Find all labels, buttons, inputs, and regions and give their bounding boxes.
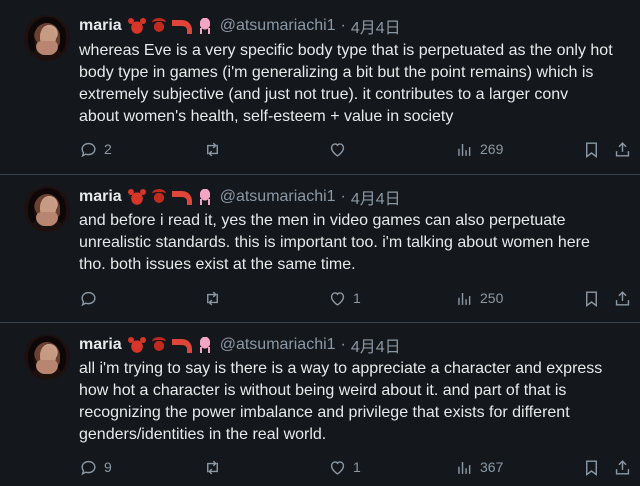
separator-dot: · [340, 17, 346, 34]
reply-button[interactable]: 9 [79, 456, 112, 478]
bookmark-icon [586, 141, 597, 158]
crab-emoji-icon [127, 337, 146, 353]
views-count: 269 [480, 141, 504, 157]
bookmark-icon [586, 459, 597, 476]
bookmark-button[interactable] [582, 138, 607, 160]
tweet-date[interactable]: 4月4日 [351, 333, 401, 357]
share-icon [615, 290, 630, 306]
separator-dot: · [340, 188, 346, 205]
retweet-icon [207, 291, 218, 305]
squid-emoji-icon [195, 189, 214, 205]
tweet[interactable]: maria @atsumariachi1 · 4月4日 whereas Eve … [0, 0, 640, 175]
like-button[interactable] [328, 138, 353, 160]
reply-button[interactable]: 2 [79, 138, 112, 160]
share-icon [615, 141, 630, 157]
reply-icon [81, 142, 96, 157]
user-handle[interactable]: @atsumariachi1 [220, 188, 336, 206]
tweet-actions: 9 1 367 [79, 456, 631, 478]
like-button[interactable]: 1 [328, 287, 361, 309]
like-count: 1 [353, 459, 361, 475]
crab-emoji-icon [127, 189, 146, 205]
reply-icon [81, 291, 96, 306]
bookmark-icon [586, 290, 597, 307]
display-name[interactable]: maria [79, 188, 122, 206]
reply-count: 2 [104, 141, 112, 157]
retweet-button[interactable] [203, 456, 228, 478]
tweet-text: whereas Eve is a very specific body type… [79, 40, 629, 128]
avatar[interactable] [24, 334, 70, 380]
tweet-date[interactable]: 4月4日 [351, 14, 401, 38]
separator-dot: · [340, 336, 346, 353]
tweet-text-line: whereas Eve is a very specific body type… [79, 42, 613, 59]
display-name[interactable]: maria [79, 336, 122, 354]
heart-icon [330, 142, 345, 157]
retweet-button[interactable] [203, 287, 228, 309]
retweet-icon [207, 142, 218, 156]
tweet-actions: 1 250 [79, 287, 631, 309]
views-icon [458, 292, 471, 305]
like-count: 1 [353, 290, 361, 306]
user-handle[interactable]: @atsumariachi1 [220, 17, 336, 35]
tweet-text-line: about women's health, self-esteem + valu… [79, 108, 454, 125]
display-name[interactable]: maria [79, 17, 122, 35]
bookmark-button[interactable] [582, 456, 607, 478]
tweet-text: and before i read it, yes the men in vid… [79, 210, 629, 276]
tweet[interactable]: maria @atsumariachi1 · 4月4日 and before i… [0, 175, 640, 323]
tweet-actions: 2 269 [79, 138, 631, 160]
tweet-text-line: extremely subjective (and just not true)… [79, 86, 569, 103]
reply-icon [81, 460, 96, 475]
views-icon [458, 461, 471, 474]
tweet-header: maria @atsumariachi1 · 4月4日 [79, 15, 401, 37]
timeline-feed: maria @atsumariachi1 · 4月4日 whereas Eve … [0, 0, 640, 486]
heart-icon [330, 291, 345, 306]
retweet-icon [207, 460, 218, 474]
views-count: 250 [480, 290, 504, 306]
heart-icon [330, 460, 345, 475]
lobster-emoji-icon [149, 18, 168, 34]
lobster-emoji-icon [149, 337, 168, 353]
shrimp-emoji-icon [171, 20, 192, 34]
views-button[interactable]: 250 [455, 287, 503, 309]
tweet-text-line: body type in games (i'm generalizing a b… [79, 64, 594, 81]
views-icon [458, 143, 471, 156]
tweet-text-line: recognizing the power imbalance and priv… [79, 404, 570, 421]
shrimp-emoji-icon [171, 191, 192, 205]
tweet-text: all i'm trying to say is there is a way … [79, 358, 629, 446]
reply-button[interactable] [79, 287, 104, 309]
like-button[interactable]: 1 [328, 456, 361, 478]
tweet-text-line: how hot a character is without being wei… [79, 382, 567, 399]
user-handle[interactable]: @atsumariachi1 [220, 336, 336, 354]
avatar[interactable] [24, 15, 70, 61]
tweet-text-line: genders/identities in the real world. [79, 426, 327, 443]
views-count: 367 [480, 459, 504, 475]
avatar-hand [36, 41, 58, 55]
share-button[interactable] [613, 456, 638, 478]
share-button[interactable] [613, 138, 638, 160]
avatar[interactable] [24, 186, 70, 232]
tweet-header: maria @atsumariachi1 · 4月4日 [79, 334, 401, 356]
share-button[interactable] [613, 287, 638, 309]
crab-emoji-icon [127, 18, 146, 34]
tweet-text-line: unrealistic standards. this is important… [79, 234, 590, 251]
reply-count: 9 [104, 459, 112, 475]
tweet-date[interactable]: 4月4日 [351, 185, 401, 209]
lobster-emoji-icon [149, 189, 168, 205]
views-button[interactable]: 367 [455, 456, 503, 478]
share-icon [615, 459, 630, 475]
tweet-text-line: and before i read it, yes the men in vid… [79, 212, 566, 229]
avatar-hand [36, 212, 58, 226]
avatar-hand [36, 360, 58, 374]
tweet[interactable]: maria @atsumariachi1 · 4月4日 all i'm tryi… [0, 323, 640, 486]
views-button[interactable]: 269 [455, 138, 503, 160]
squid-emoji-icon [195, 337, 214, 353]
bookmark-button[interactable] [582, 287, 607, 309]
tweet-text-line: all i'm trying to say is there is a way … [79, 360, 603, 377]
shrimp-emoji-icon [171, 339, 192, 353]
squid-emoji-icon [195, 18, 214, 34]
tweet-header: maria @atsumariachi1 · 4月4日 [79, 186, 401, 208]
tweet-text-line: tho. both issues exist at the same time. [79, 256, 356, 273]
retweet-button[interactable] [203, 138, 228, 160]
